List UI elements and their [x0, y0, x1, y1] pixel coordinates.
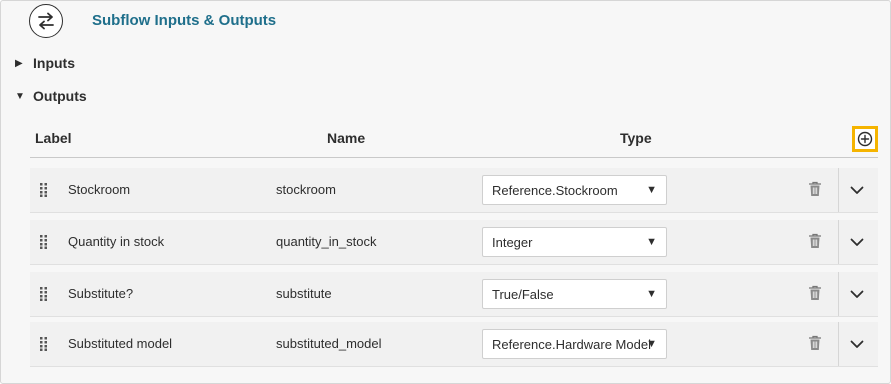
drag-handle-icon[interactable] — [40, 287, 48, 301]
table-row: Substituted model substituted_model Refe… — [30, 322, 878, 367]
row-name: quantity_in_stock — [276, 234, 377, 249]
row-label: Substitute? — [68, 286, 134, 301]
chevron-down-icon[interactable] — [850, 287, 864, 301]
type-select[interactable]: Reference.Stockroom ▼ — [482, 175, 667, 205]
row-divider — [838, 220, 839, 264]
type-select[interactable]: Integer ▼ — [482, 227, 667, 257]
subflow-io-panel: Subflow Inputs & Outputs ▶ Inputs ▼ Outp… — [0, 0, 891, 384]
add-output-button[interactable] — [852, 126, 878, 152]
table-row: Stockroom stockroom Reference.Stockroom … — [30, 168, 878, 213]
caret-down-icon: ▼ — [646, 236, 657, 248]
row-label: Stockroom — [68, 182, 131, 197]
inputs-section-toggle[interactable]: ▶ Inputs — [15, 55, 75, 71]
plus-circle-icon — [857, 131, 873, 147]
triangle-down-icon: ▼ — [15, 90, 25, 102]
type-select-value: True/False — [492, 287, 554, 302]
chevron-down-icon[interactable] — [850, 337, 864, 351]
row-name: stockroom — [276, 182, 336, 197]
inputs-section-label: Inputs — [33, 55, 75, 71]
chevron-down-icon[interactable] — [850, 183, 864, 197]
type-select[interactable]: True/False ▼ — [482, 279, 667, 309]
row-divider — [838, 168, 839, 212]
table-row: Quantity in stock quantity_in_stock Inte… — [30, 220, 878, 265]
swap-arrows-icon — [29, 4, 63, 38]
triangle-right-icon: ▶ — [15, 57, 23, 69]
caret-down-icon: ▼ — [646, 338, 657, 350]
row-divider — [838, 272, 839, 316]
table-row: Substitute? substitute True/False ▼ — [30, 272, 878, 317]
drag-handle-icon[interactable] — [40, 183, 48, 197]
column-header-name: Name — [327, 130, 366, 146]
row-name: substitute — [276, 286, 332, 301]
column-header-label: Label — [35, 130, 72, 146]
trash-icon[interactable] — [808, 285, 822, 301]
drag-handle-icon[interactable] — [40, 337, 48, 351]
row-label: Substituted model — [68, 336, 173, 351]
type-select-value: Reference.Stockroom — [492, 183, 618, 198]
outputs-section-label: Outputs — [33, 88, 87, 104]
row-label: Quantity in stock — [68, 234, 165, 249]
drag-handle-icon[interactable] — [40, 235, 48, 249]
column-header-type: Type — [620, 130, 652, 146]
row-name: substituted_model — [276, 336, 382, 351]
caret-down-icon: ▼ — [646, 288, 657, 300]
chevron-down-icon[interactable] — [850, 235, 864, 249]
type-select-value: Integer — [492, 235, 533, 250]
type-select-value: Reference.Hardware Model — [492, 337, 651, 352]
outputs-section-toggle[interactable]: ▼ Outputs — [15, 88, 87, 104]
header-divider — [30, 157, 878, 158]
type-select[interactable]: Reference.Hardware Model ▼ — [482, 329, 667, 359]
trash-icon[interactable] — [808, 335, 822, 351]
row-divider — [838, 322, 839, 366]
trash-icon[interactable] — [808, 181, 822, 197]
trash-icon[interactable] — [808, 233, 822, 249]
page-title: Subflow Inputs & Outputs — [92, 12, 277, 29]
caret-down-icon: ▼ — [646, 184, 657, 196]
